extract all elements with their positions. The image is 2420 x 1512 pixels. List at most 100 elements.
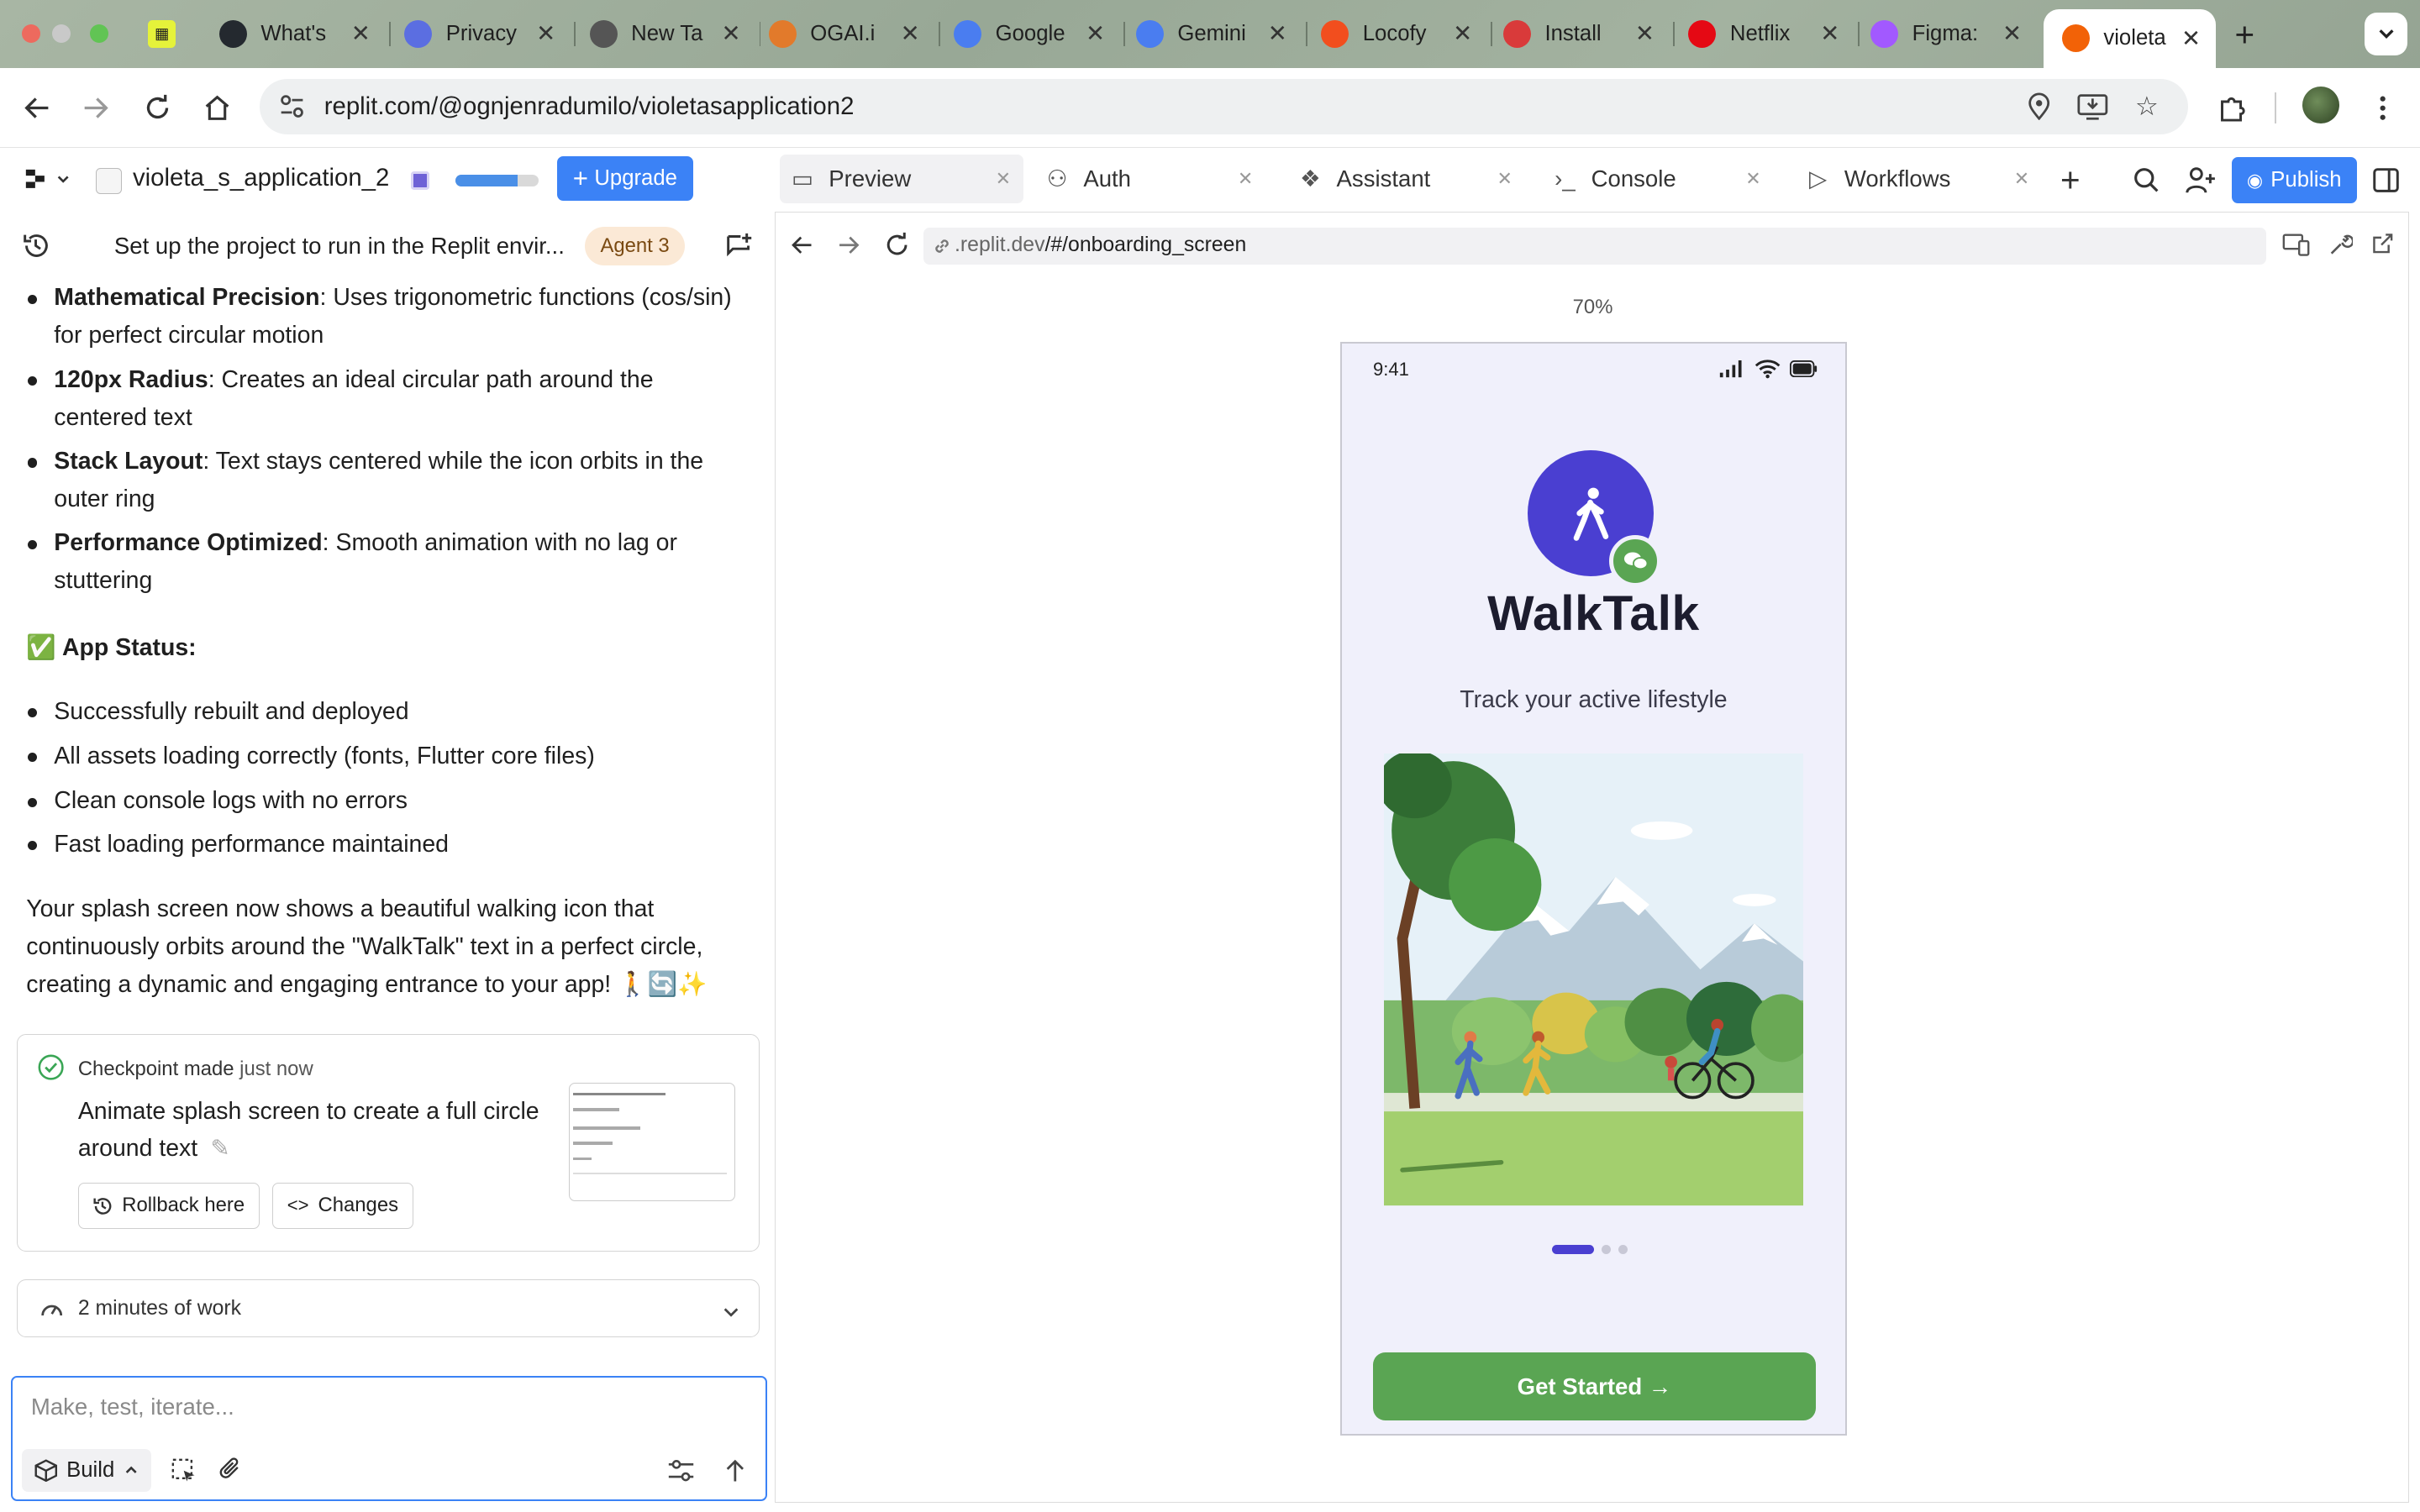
- close-tab-icon[interactable]: ✕: [1635, 20, 1655, 47]
- summary-text: Your splash screen now shows a beautiful…: [26, 895, 708, 998]
- home-button[interactable]: [199, 90, 236, 127]
- chrome-menu-button[interactable]: [2365, 90, 2402, 127]
- extensions-button[interactable]: [2215, 90, 2252, 127]
- new-chat-button[interactable]: [725, 232, 753, 266]
- close-tab-icon[interactable]: ✕: [2181, 25, 2201, 52]
- checkpoint-time: just now: [239, 1058, 313, 1081]
- browser-tab[interactable]: New Ta ✕: [589, 13, 750, 55]
- site-settings-icon[interactable]: [278, 92, 306, 120]
- close-window-button[interactable]: [21, 24, 40, 44]
- github-icon: [218, 19, 247, 48]
- reload-button[interactable]: [139, 90, 176, 127]
- close-tab-icon[interactable]: ✕: [901, 20, 920, 47]
- attach-button[interactable]: [218, 1457, 242, 1488]
- location-icon[interactable]: [2023, 91, 2054, 122]
- pane-tab-console[interactable]: ›_ Console ✕: [1542, 155, 1774, 204]
- bookmark-star-icon[interactable]: ☆: [2131, 91, 2162, 122]
- user-check-icon: ⚇: [1046, 165, 1068, 192]
- browser-tab[interactable]: Gemini ✕: [1135, 13, 1297, 55]
- forward-button[interactable]: [77, 90, 114, 127]
- build-mode-button[interactable]: Build: [21, 1448, 152, 1493]
- pane-tab-label: Auth: [1083, 165, 1131, 192]
- browser-tab[interactable]: Figma: ✕: [1870, 13, 2031, 55]
- zoom-level[interactable]: 70%: [776, 296, 2410, 319]
- edit-pencil-icon[interactable]: ✎: [210, 1135, 229, 1161]
- close-tab-icon[interactable]: ✕: [722, 20, 741, 47]
- maximize-window-button[interactable]: [89, 24, 108, 44]
- back-button[interactable]: [18, 90, 55, 127]
- work-summary-row[interactable]: 2 minutes of work: [17, 1278, 760, 1338]
- close-tab-icon[interactable]: ✕: [1086, 20, 1105, 47]
- publish-button[interactable]: ◉ Publish: [2231, 157, 2357, 204]
- settings-sliders-button[interactable]: [667, 1458, 695, 1489]
- close-tab-icon[interactable]: ✕: [1745, 168, 1760, 190]
- minimize-window-button[interactable]: [52, 24, 71, 44]
- preview-url-input[interactable]: .replit.dev/#/onboarding_screen: [923, 227, 2267, 265]
- close-tab-icon[interactable]: ✕: [1820, 20, 1839, 47]
- address-bar[interactable]: replit.com/@ognjenradumilo/violetasappli…: [259, 78, 2189, 134]
- browser-tab[interactable]: Google ✕: [954, 13, 1114, 55]
- close-tab-icon[interactable]: ✕: [351, 20, 371, 47]
- close-tab-icon[interactable]: ✕: [1453, 20, 1472, 47]
- preview-reload-button[interactable]: [884, 232, 910, 265]
- close-tab-icon[interactable]: ✕: [2014, 168, 2029, 190]
- rollback-button[interactable]: Rollback here: [77, 1182, 260, 1229]
- close-tab-icon[interactable]: ✕: [1497, 168, 1512, 190]
- rollback-label: Rollback here: [122, 1194, 245, 1217]
- close-tab-icon[interactable]: ✕: [996, 168, 1011, 190]
- replit-menu-button[interactable]: [24, 168, 71, 190]
- publish-icon: ◉: [2246, 169, 2264, 191]
- preview-back-button[interactable]: [791, 234, 814, 264]
- browser-tab[interactable]: Install ✕: [1502, 13, 1664, 55]
- browser-tab[interactable]: Netflix ✕: [1688, 13, 1849, 55]
- close-tab-icon[interactable]: ✕: [1268, 20, 1287, 47]
- chevron-down-icon: [57, 176, 69, 183]
- toggle-sidebar-button[interactable]: [2372, 166, 2400, 201]
- list-item: Clean console logs with no errors: [26, 782, 751, 820]
- browser-tab[interactable]: violeta ✕: [2043, 9, 2217, 68]
- prompt-input[interactable]: [30, 1393, 741, 1420]
- pane-tab-assistant[interactable]: ❖ Assistant ✕: [1287, 155, 1525, 204]
- browser-tab[interactable]: Locofy ✕: [1321, 13, 1481, 55]
- stop-icon[interactable]: [410, 171, 429, 190]
- gemini-icon: [1135, 19, 1164, 48]
- upgrade-button[interactable]: + Upgrade: [557, 155, 693, 201]
- assistant-icon: ❖: [1299, 165, 1321, 192]
- browser-tab-label: violeta: [2103, 26, 2166, 50]
- chat-title[interactable]: Set up the project to run in the Replit …: [114, 233, 565, 260]
- tab-search-button[interactable]: [2364, 12, 2408, 56]
- device-toggle-button[interactable]: [2282, 232, 2310, 263]
- pane-tab-auth[interactable]: ⚇ Auth ✕: [1034, 155, 1266, 204]
- page-dot[interactable]: [1618, 1244, 1628, 1254]
- close-tab-icon[interactable]: ✕: [1238, 168, 1253, 190]
- send-button[interactable]: [724, 1458, 746, 1489]
- project-name[interactable]: violeta_s_application_2: [133, 164, 389, 192]
- install-app-icon[interactable]: [2077, 91, 2108, 122]
- invite-button[interactable]: [2186, 166, 2217, 201]
- pane-tab-preview[interactable]: ▭ Preview ✕: [779, 154, 1023, 204]
- close-tab-icon[interactable]: ✕: [536, 20, 555, 47]
- add-tab-button[interactable]: +: [2060, 160, 2081, 200]
- history-button[interactable]: [22, 232, 50, 266]
- open-new-tab-button[interactable]: [2371, 232, 2395, 262]
- page-dot[interactable]: [1601, 1244, 1611, 1254]
- browser-tab[interactable]: OGAI.i ✕: [768, 13, 929, 55]
- get-started-button[interactable]: Get Started →: [1372, 1352, 1817, 1420]
- changes-button[interactable]: <> Changes: [272, 1182, 413, 1229]
- tab-separator: [938, 21, 940, 47]
- browser-tab[interactable]: ▦: [148, 13, 191, 55]
- profile-avatar[interactable]: [2302, 86, 2340, 123]
- page-dot[interactable]: [1552, 1244, 1594, 1254]
- pane-tab-workflows[interactable]: ▷ Workflows ✕: [1795, 155, 2042, 204]
- browser-tab[interactable]: What's ✕: [218, 13, 380, 55]
- select-element-button[interactable]: [171, 1458, 196, 1489]
- checkpoint-thumbnail[interactable]: [568, 1082, 736, 1201]
- pane-tab-label: Console: [1591, 165, 1676, 192]
- new-tab-button[interactable]: +: [2235, 15, 2255, 55]
- search-button[interactable]: [2133, 166, 2160, 201]
- devtools-button[interactable]: [2328, 232, 2354, 263]
- browser-tab[interactable]: Privacy ✕: [404, 13, 565, 55]
- browser-tab-strip: ▦ What's ✕ Privacy ✕ New Ta ✕ OGAI.i ✕ Google ✕ Gem…: [0, 0, 2420, 68]
- preview-forward-button[interactable]: [837, 234, 860, 264]
- close-tab-icon[interactable]: ✕: [2002, 20, 2022, 47]
